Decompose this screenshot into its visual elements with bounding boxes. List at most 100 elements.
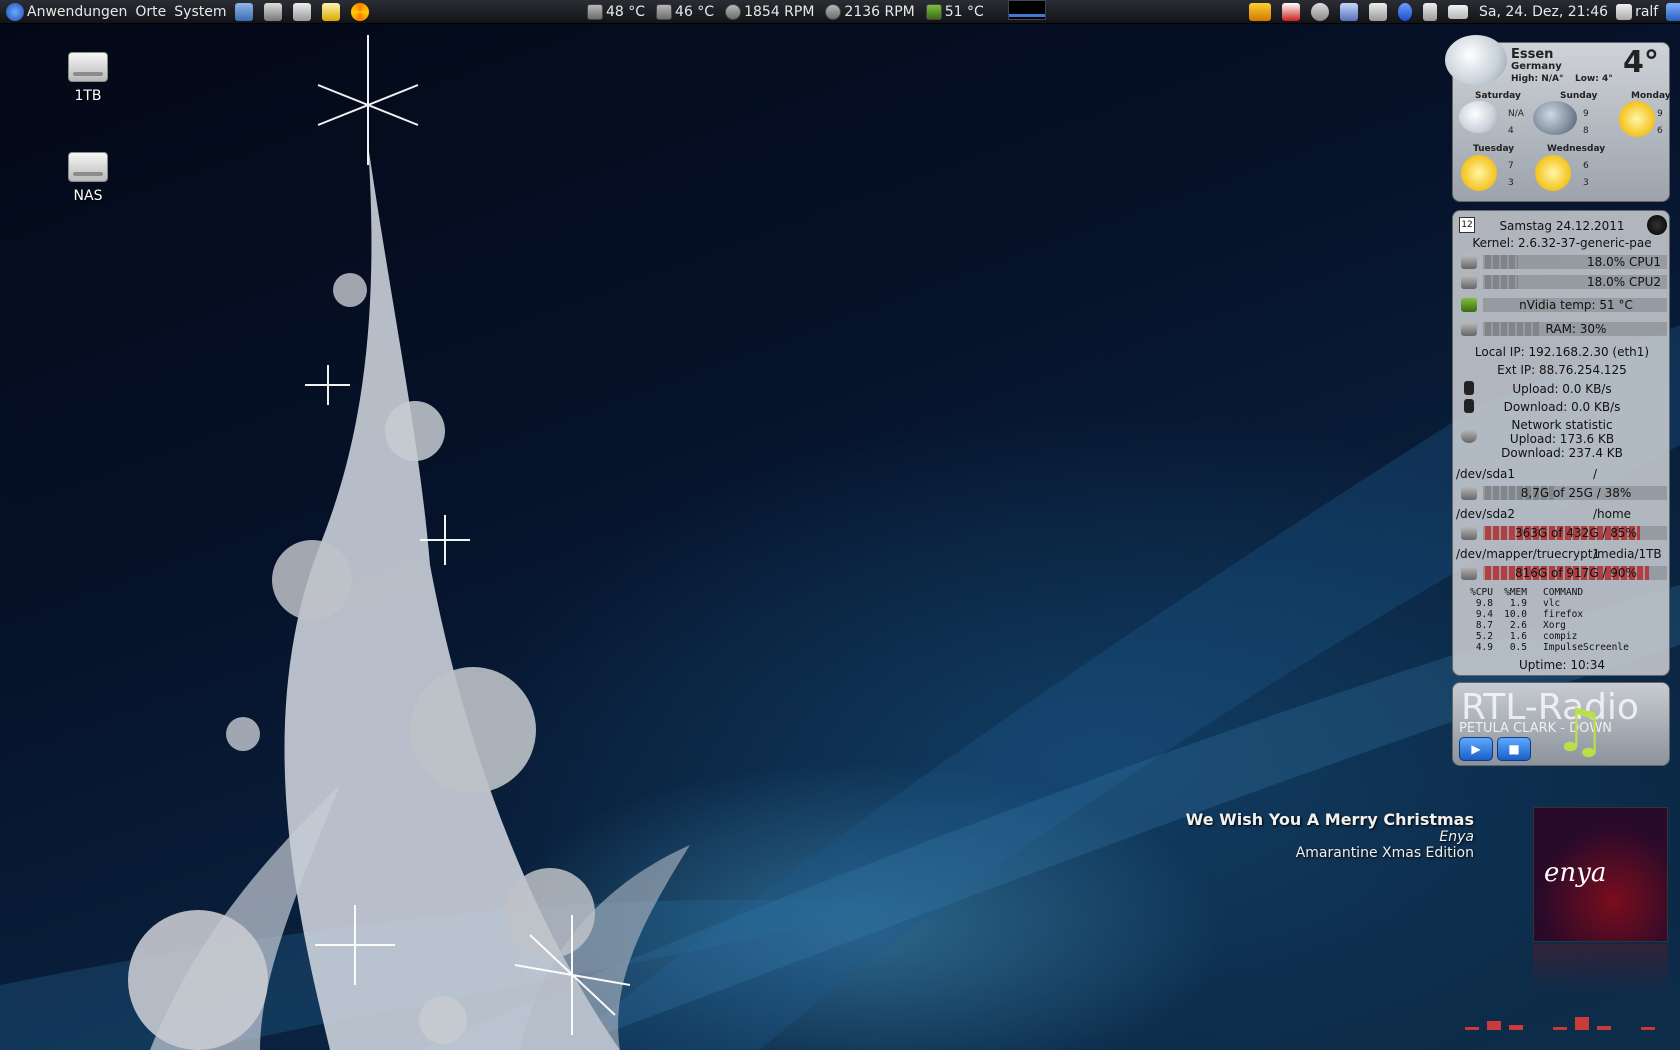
menu-places[interactable]: Orte (131, 0, 170, 24)
fan-icon (725, 4, 742, 20)
process-row: 9.4 10.0 firefox (1475, 609, 1584, 620)
forecast-high: N/A (1508, 109, 1524, 119)
launcher-screenshot[interactable] (289, 0, 318, 24)
cpu-icon (1461, 275, 1477, 289)
network-total-upload: Upload: 173.6 KB (1509, 432, 1615, 446)
weather-high: High: N/A° (1511, 74, 1564, 84)
cpu1-bar: 18.0% CPU1 (1483, 255, 1667, 269)
disk-device: /dev/mapper/truecrypt1 (1456, 547, 1601, 561)
album-cover-reflection (1533, 944, 1668, 994)
bluetooth-icon (1398, 3, 1412, 21)
cloudy-moon-icon (1459, 101, 1499, 133)
system-monitor-graph[interactable] (1007, 0, 1046, 20)
play-icon: ▶ (1471, 742, 1481, 756)
download-speed: Download: 0.0 KB/s (1503, 400, 1621, 414)
disk-mount: /media/1TB (1593, 547, 1662, 561)
forecast-low: 4 (1508, 126, 1514, 136)
ram-bar: RAM: 30% (1483, 322, 1667, 336)
tray-update[interactable] (1307, 0, 1336, 24)
sensor-fan1[interactable]: 1854 RPM (721, 0, 818, 24)
disk-bar-sda1: 8,7G of 25G / 38% (1483, 486, 1667, 500)
hard-drive-icon (1461, 566, 1477, 580)
track-artist: Enya (1439, 829, 1474, 845)
tray-santa[interactable] (1278, 0, 1307, 24)
user-menu[interactable]: ralf (1612, 0, 1662, 24)
process-row: 9.8 1.9 vlc (1475, 598, 1561, 609)
sensor-fan2[interactable]: 2136 RPM (821, 0, 918, 24)
screenshot-icon (292, 3, 311, 21)
forecast-day-name: Monday (1631, 91, 1671, 101)
clipboard-icon (1340, 3, 1358, 21)
forecast-low: 3 (1583, 178, 1589, 188)
music-note-icon: ♫ (1553, 696, 1607, 766)
hard-drive-icon (1461, 526, 1477, 540)
hard-drive-icon (1461, 486, 1477, 500)
launcher-terminal[interactable] (260, 0, 289, 24)
text-editor-icon (321, 3, 340, 21)
ram-label: RAM: 30% (1545, 322, 1607, 336)
forecast-day-name: Wednesday (1547, 144, 1606, 154)
disk-device: /dev/sda1 (1456, 467, 1516, 481)
tray-music[interactable] (1365, 0, 1394, 24)
desktop-icon-nas[interactable]: NAS (48, 152, 128, 204)
network-total-download: Download: 237.4 KB (1501, 446, 1623, 460)
forecast-high: 9 (1657, 109, 1663, 119)
forecast-day-name: Tuesday (1473, 144, 1515, 154)
terminal-icon (263, 3, 282, 21)
now-playing-info: We Wish You A Merry Christmas Enya Amara… (1186, 810, 1474, 861)
tray-volume[interactable] (1419, 0, 1444, 24)
cpol-icon (1249, 3, 1271, 21)
cpu2-label: 18.0% CPU2 (1587, 275, 1661, 289)
radio-play-button[interactable]: ▶ (1459, 737, 1493, 761)
track-title: We Wish You A Merry Christmas (1185, 810, 1474, 829)
forecast-low: 6 (1657, 126, 1663, 136)
cpu2-bar: 18.0% CPU2 (1483, 275, 1667, 289)
gpu-icon (1461, 298, 1477, 312)
top-panel: Anwendungen Orte System 48 °C 46 °C 1854… (0, 0, 1680, 24)
fan-icon (825, 4, 842, 20)
launcher-file-manager[interactable] (231, 0, 260, 24)
tray-cpol[interactable] (1245, 0, 1278, 24)
gpu-temp-label: nVidia temp: 51 °C (1519, 298, 1633, 312)
radio-widget: RTL-Radio PETULA CLARK - DOWN ♫ ▶ ■ (1452, 682, 1670, 766)
tray-clipboard[interactable] (1336, 0, 1365, 24)
ram-icon (1461, 322, 1477, 336)
weather-country: Germany (1511, 61, 1562, 72)
album-cover-text: enya (1544, 858, 1607, 888)
update-icon (1311, 3, 1329, 21)
menu-applications[interactable]: Anwendungen (2, 0, 131, 24)
menu-system[interactable]: System (170, 0, 230, 24)
tray-mail[interactable] (1444, 0, 1475, 24)
weather-widget[interactable]: Essen Germany 4° High: N/A° Low: 4° Satu… (1445, 35, 1671, 202)
uptime: Uptime: 10:34 (1519, 658, 1605, 672)
menu-bar: Anwendungen Orte System (2, 0, 376, 24)
stop-icon: ■ (1508, 742, 1520, 756)
desktop-wallpaper (0, 25, 1680, 1050)
partly-sunny-icon (1535, 155, 1571, 191)
user-icon (1616, 4, 1633, 20)
conky-system-monitor: 12 Samstag 24.12.2011 Kernel: 2.6.32-37-… (1452, 210, 1670, 676)
upload-speed: Upload: 0.0 KB/s (1512, 382, 1612, 396)
visualizer-bar (1575, 1017, 1589, 1030)
cloudy-moon-icon (1445, 35, 1507, 85)
tray-bluetooth[interactable] (1394, 0, 1419, 24)
weather-city: Essen (1511, 47, 1554, 62)
desktop-icon-1tb[interactable]: 1TB (48, 52, 128, 104)
disk-mount: /home (1593, 507, 1632, 521)
sensor-cpu2-temp[interactable]: 46 °C (652, 0, 718, 24)
session-button[interactable] (1662, 0, 1680, 24)
disk-mount: / (1593, 467, 1598, 481)
sensor-gpu-temp[interactable]: 51 °C (922, 0, 988, 24)
clock[interactable]: Sa, 24. Dez, 21:46 (1475, 0, 1612, 24)
forecast-day-name: Saturday (1475, 91, 1521, 101)
forecast-low: 3 (1508, 178, 1514, 188)
mail-icon (1448, 5, 1468, 19)
ubuntu-logo-icon (6, 3, 24, 21)
weather-low: Low: 4° (1575, 74, 1613, 84)
launcher-text-editor[interactable] (318, 0, 347, 24)
sensor-cpu-temp[interactable]: 48 °C (583, 0, 649, 24)
forecast-low: 8 (1583, 126, 1589, 136)
partly-sunny-icon (1461, 155, 1497, 191)
launcher-pinwheel[interactable] (347, 0, 376, 24)
radio-stop-button[interactable]: ■ (1497, 737, 1531, 761)
